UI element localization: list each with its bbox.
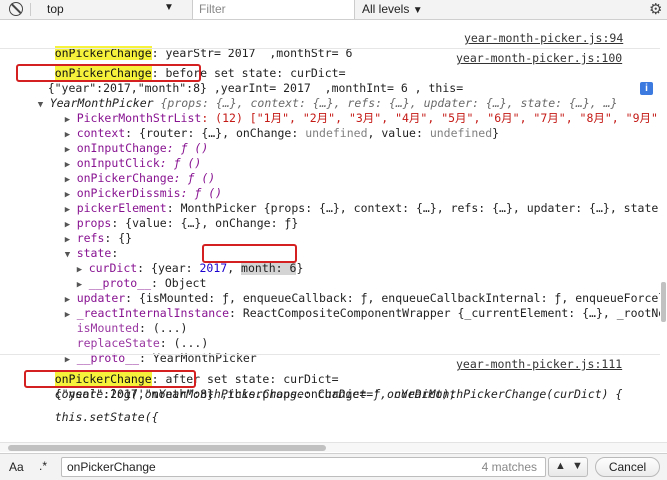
- annotation-box: [24, 370, 196, 388]
- tree-row[interactable]: ▶ refs: {}: [0, 216, 660, 245]
- match-count: 4 matches: [481, 460, 537, 474]
- match-case-toggle[interactable]: Aa: [9, 460, 24, 474]
- annotation-box: [16, 64, 201, 82]
- context-label: top: [47, 2, 64, 16]
- match-navigation: ▲ ▼: [548, 457, 588, 477]
- scrollbar-thumb[interactable]: [8, 445, 326, 451]
- source-link[interactable]: year-month-picker.js:111: [456, 357, 622, 371]
- cancel-button[interactable]: Cancel: [595, 457, 660, 477]
- tree-row[interactable]: ▶ onPickerDissmis: ƒ (): [0, 171, 660, 200]
- regex-toggle[interactable]: .*: [39, 459, 47, 473]
- object-root[interactable]: ▼ YearMonthPicker {props: {…}, context: {…: [0, 81, 660, 110]
- log-levels-label: All levels: [362, 2, 410, 16]
- code-line: this.setState({: [27, 410, 159, 424]
- console-toolbar: top ▼ Filter All levels ▼ ⚙: [0, 0, 667, 20]
- next-match-icon[interactable]: ▼: [572, 460, 583, 472]
- tree-row[interactable]: ▶ pickerElement: MonthPicker {props: {…},…: [0, 186, 660, 215]
- tree-row[interactable]: ▶ _reactInternalInstance: ReactCompositeC…: [0, 291, 660, 320]
- tree-row[interactable]: ▶ __proto__: YearMonthPicker: [0, 336, 660, 365]
- gear-icon[interactable]: ⚙: [649, 0, 662, 18]
- info-icon[interactable]: i: [640, 82, 653, 95]
- search-bar: Aa .* onPickerChange 4 matches ▲ ▼ Cance…: [0, 453, 667, 480]
- tree-row[interactable]: ▶ context: {router: {…}, onChange: undefi…: [0, 111, 660, 140]
- clear-console-icon[interactable]: [9, 2, 23, 16]
- console-output: onPickerChange: yearStr= 2017 ,monthStr=…: [0, 21, 660, 441]
- tree-row[interactable]: ▶ curDict: {year: 2017, month: 6}: [0, 246, 660, 275]
- tree-row[interactable]: ▶ onInputClick: ƒ (): [0, 141, 660, 170]
- horizontal-scrollbar[interactable]: [0, 442, 667, 452]
- tree-row[interactable]: isMounted: (...): [0, 306, 660, 335]
- chevron-down-icon: ▼: [164, 2, 174, 13]
- tree-row[interactable]: ▶ onInputChange: ƒ (): [0, 126, 660, 155]
- filter-placeholder: Filter: [199, 2, 226, 16]
- tree-row[interactable]: ▶ onPickerChange: ƒ (): [0, 156, 660, 185]
- source-link[interactable]: year-month-picker.js:94: [464, 31, 623, 45]
- toolbar-divider: [30, 3, 31, 16]
- tree-row[interactable]: ▶ __proto__: Object: [0, 261, 660, 290]
- context-selector[interactable]: top ▼: [37, 0, 185, 19]
- search-input[interactable]: onPickerChange 4 matches: [61, 457, 546, 477]
- search-query: onPickerChange: [67, 460, 156, 474]
- vertical-scrollbar[interactable]: [661, 282, 666, 322]
- log-levels-dropdown[interactable]: All levels ▼: [362, 2, 423, 16]
- tree-row[interactable]: ▼ state:: [0, 231, 660, 260]
- tree-row[interactable]: replaceState: (...): [0, 321, 660, 350]
- tree-row[interactable]: ▶ props: {value: {…}, onChange: ƒ}: [0, 201, 660, 230]
- source-link[interactable]: year-month-picker.js:100: [456, 51, 622, 65]
- message-divider: [0, 354, 660, 355]
- code-line: console.log('onYearMonthPickerChange: cu…: [27, 387, 457, 401]
- previous-match-icon[interactable]: ▲: [555, 460, 566, 472]
- message-divider: [0, 48, 660, 49]
- tree-row[interactable]: ▶ PickerMonthStrList: (12) ["1月", "2月", "…: [0, 96, 660, 125]
- tree-row[interactable]: ▶ updater: {isMounted: ƒ, enqueueCallback…: [0, 276, 660, 305]
- chevron-down-icon: ▼: [412, 5, 423, 16]
- filter-input[interactable]: Filter: [192, 0, 355, 19]
